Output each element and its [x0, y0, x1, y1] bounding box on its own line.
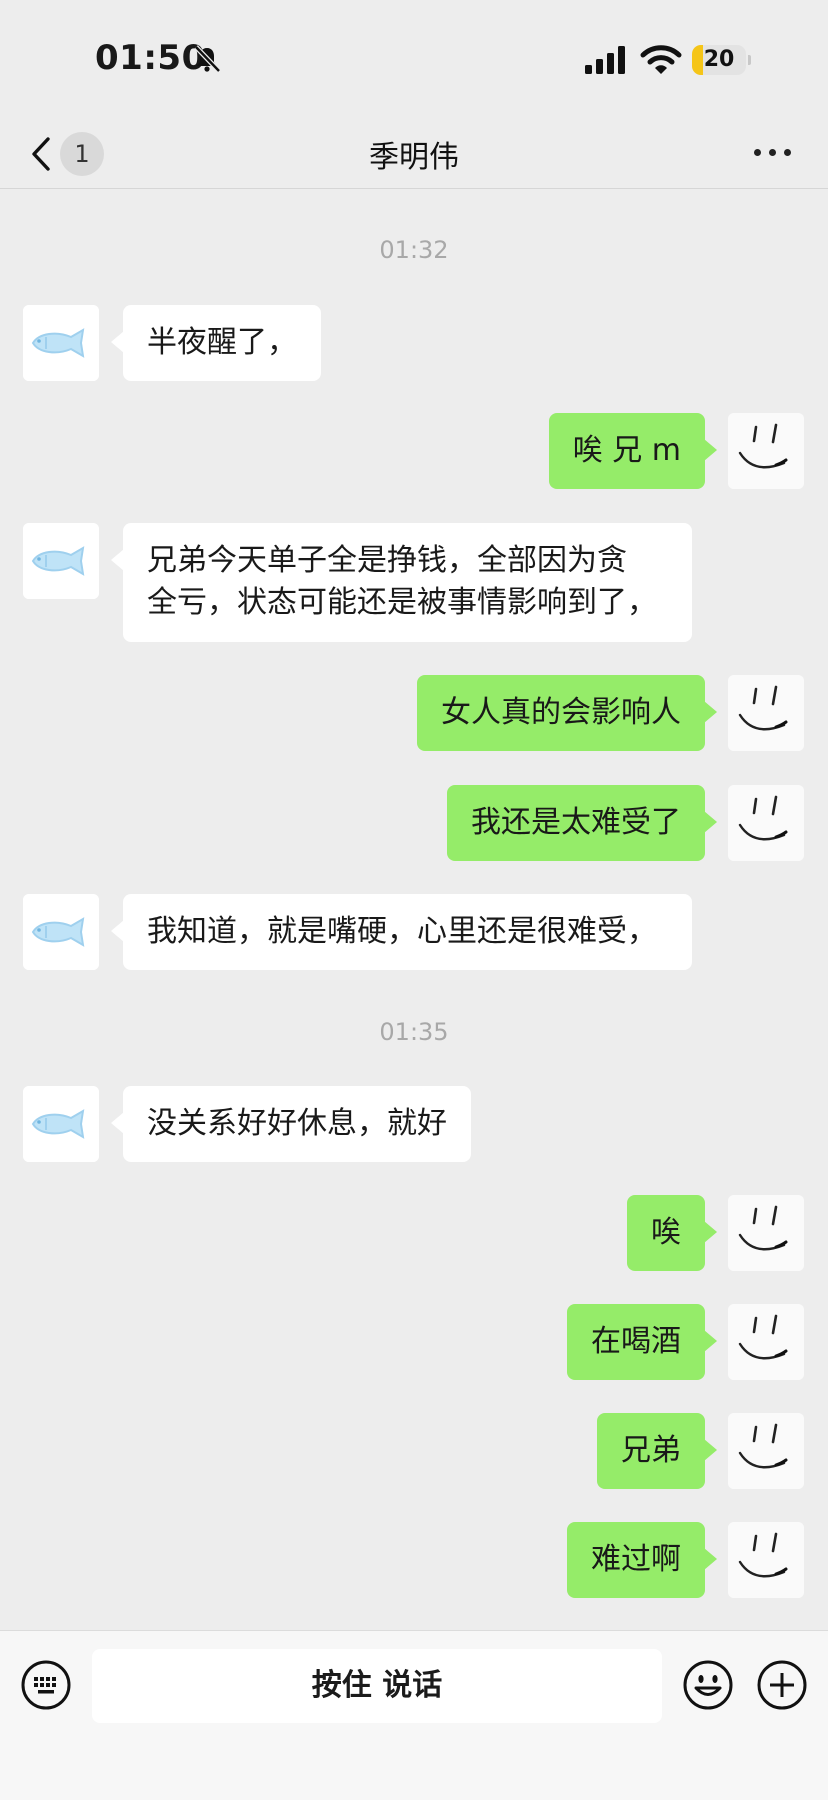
- my-avatar[interactable]: [728, 1522, 804, 1598]
- my-avatar[interactable]: [728, 413, 804, 489]
- fish-avatar-icon: [23, 1086, 99, 1162]
- hold-to-talk-button[interactable]: 按住 说话: [92, 1649, 662, 1723]
- nav-bar: 1 季明伟: [0, 118, 828, 189]
- message-bubble-outgoing[interactable]: 在喝酒: [567, 1304, 717, 1380]
- message-bubble-incoming[interactable]: 半夜醒了，: [111, 305, 321, 381]
- keyboard-icon[interactable]: [20, 1659, 72, 1711]
- message-bubble-outgoing[interactable]: 难过啊: [567, 1522, 717, 1598]
- message-bubble-incoming[interactable]: 没关系好好休息，就好: [111, 1086, 471, 1162]
- battery-level-text: 20: [703, 47, 735, 72]
- message-timestamp: 01:32: [379, 236, 449, 264]
- my-avatar[interactable]: [728, 1413, 804, 1489]
- message-bubble-outgoing[interactable]: 兄弟: [597, 1413, 717, 1489]
- contact-avatar[interactable]: [23, 523, 99, 599]
- message-bubble-outgoing[interactable]: 唉: [627, 1195, 717, 1271]
- battery-icon: 20: [692, 45, 751, 75]
- smiley-sketch-avatar-icon: [728, 675, 804, 751]
- battery-body: 20: [692, 45, 746, 75]
- fish-avatar-icon: [23, 305, 99, 381]
- message-bubble-outgoing[interactable]: 我还是太难受了: [447, 785, 717, 861]
- more-dots-icon: [784, 149, 791, 156]
- smiley-sketch-avatar-icon: [728, 1195, 804, 1271]
- message-bubble-outgoing[interactable]: 女人真的会影响人: [417, 675, 717, 751]
- my-avatar[interactable]: [728, 675, 804, 751]
- chat-screen: 01:50 20 1 季明伟 01:32 01:35 半夜醒了， 唉 兄 m 兄…: [0, 0, 828, 1800]
- unread-count-badge: 1: [60, 132, 104, 176]
- smiley-sketch-avatar-icon: [728, 1304, 804, 1380]
- chat-title: 季明伟: [369, 140, 459, 175]
- battery-cap: [748, 55, 751, 65]
- smiley-sketch-avatar-icon: [728, 413, 804, 489]
- smiley-sketch-avatar-icon: [728, 1522, 804, 1598]
- message-bubble-incoming[interactable]: 兄弟今天单子全是挣钱，全部因为贪 全亏，状态可能还是被事情影响到了，: [111, 523, 692, 642]
- more-dots-icon: [754, 149, 761, 156]
- chevron-left-icon: [32, 137, 50, 171]
- cellular-signal-icon: [585, 46, 625, 74]
- my-avatar[interactable]: [728, 1195, 804, 1271]
- my-avatar[interactable]: [728, 1304, 804, 1380]
- input-bar: 按住 说话: [0, 1630, 828, 1800]
- more-button[interactable]: [752, 140, 794, 162]
- contact-avatar[interactable]: [23, 894, 99, 970]
- fish-avatar-icon: [23, 523, 99, 599]
- back-button[interactable]: 1: [22, 126, 112, 182]
- wifi-icon: [640, 45, 682, 74]
- more-dots-icon: [769, 149, 776, 156]
- plus-circle-icon[interactable]: [756, 1659, 808, 1711]
- status-bar: 01:50 20: [0, 0, 828, 118]
- my-avatar[interactable]: [728, 785, 804, 861]
- contact-avatar[interactable]: [23, 1086, 99, 1162]
- status-time: 01:50: [95, 38, 206, 78]
- smiley-sketch-avatar-icon: [728, 1413, 804, 1489]
- emoji-icon[interactable]: [682, 1659, 734, 1711]
- message-bubble-incoming[interactable]: 我知道，就是嘴硬，心里还是很难受，: [111, 894, 692, 970]
- smiley-sketch-avatar-icon: [728, 785, 804, 861]
- message-timestamp: 01:35: [379, 1018, 449, 1046]
- contact-avatar[interactable]: [23, 305, 99, 381]
- fish-avatar-icon: [23, 894, 99, 970]
- message-bubble-outgoing[interactable]: 唉 兄 m: [548, 413, 718, 489]
- bell-slash-icon: [194, 45, 221, 73]
